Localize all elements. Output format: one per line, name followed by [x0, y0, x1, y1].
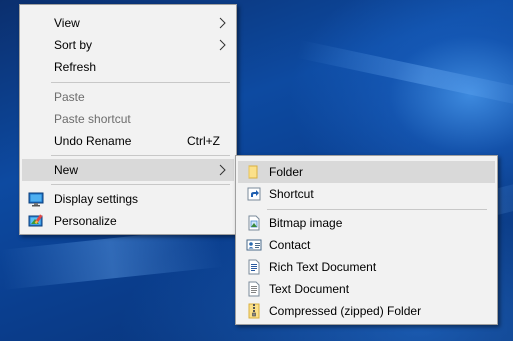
wallpaper-light-ray	[0, 227, 223, 290]
new-submenu: Folder Shortcut Bitmap image Contact Ric…	[235, 155, 498, 325]
submenu-item-rich-text-document[interactable]: Rich Text Document	[238, 256, 495, 278]
folder-icon	[248, 165, 258, 179]
zip-folder-icon	[248, 303, 260, 319]
menu-item-label: Sort by	[54, 38, 93, 52]
menu-item-label: Paste shortcut	[54, 112, 131, 126]
menu-item-label: Refresh	[54, 60, 97, 74]
desktop-context-menu: View Sort by Refresh Paste Paste shortcu…	[19, 4, 237, 235]
chevron-right-icon	[219, 164, 226, 176]
menu-item-view[interactable]: View	[22, 12, 234, 34]
submenu-item-text-document[interactable]: Text Document	[238, 278, 495, 300]
menu-item-refresh[interactable]: Refresh	[22, 56, 234, 78]
text-document-icon	[248, 281, 260, 297]
personalize-icon	[28, 214, 43, 227]
menu-item-label: View	[54, 16, 80, 30]
menu-separator	[51, 82, 230, 83]
menu-item-label: Undo Rename	[54, 134, 132, 148]
menu-separator	[267, 209, 487, 210]
menu-item-new[interactable]: New	[22, 159, 234, 181]
bitmap-icon	[248, 215, 260, 231]
menu-item-personalize[interactable]: Personalize	[22, 210, 234, 232]
chevron-right-icon	[219, 17, 226, 29]
wallpaper-light-ray	[296, 40, 513, 112]
submenu-item-label: Folder	[269, 165, 304, 179]
display-settings-icon	[28, 192, 44, 207]
submenu-item-label: Shortcut	[269, 187, 314, 201]
menu-item-display-settings[interactable]: Display settings	[22, 188, 234, 210]
menu-separator	[51, 184, 230, 185]
submenu-item-compressed-folder[interactable]: Compressed (zipped) Folder	[238, 300, 495, 322]
menu-item-label: New	[54, 163, 79, 177]
menu-item-sort-by[interactable]: Sort by	[22, 34, 234, 56]
chevron-right-icon	[219, 39, 226, 51]
shortcut-icon	[247, 187, 261, 201]
menu-separator	[51, 155, 230, 156]
submenu-item-label: Bitmap image	[269, 216, 343, 230]
menu-item-label: Personalize	[54, 214, 117, 228]
submenu-item-folder[interactable]: Folder	[238, 161, 495, 183]
menu-item-paste-shortcut: Paste shortcut	[22, 108, 234, 130]
contact-icon	[246, 239, 262, 251]
submenu-item-contact[interactable]: Contact	[238, 234, 495, 256]
menu-item-label: Paste	[54, 90, 85, 104]
submenu-item-bitmap-image[interactable]: Bitmap image	[238, 212, 495, 234]
menu-item-label: Display settings	[54, 192, 139, 206]
submenu-item-label: Contact	[269, 238, 311, 252]
submenu-item-label: Text Document	[269, 282, 350, 296]
submenu-item-label: Rich Text Document	[269, 260, 377, 274]
rich-text-icon	[248, 259, 260, 275]
submenu-item-label: Compressed (zipped) Folder	[269, 304, 422, 318]
menu-item-undo-rename[interactable]: Undo Rename Ctrl+Z	[22, 130, 234, 152]
submenu-item-shortcut[interactable]: Shortcut	[238, 183, 495, 205]
menu-item-paste: Paste	[22, 86, 234, 108]
keyboard-shortcut: Ctrl+Z	[187, 134, 220, 148]
